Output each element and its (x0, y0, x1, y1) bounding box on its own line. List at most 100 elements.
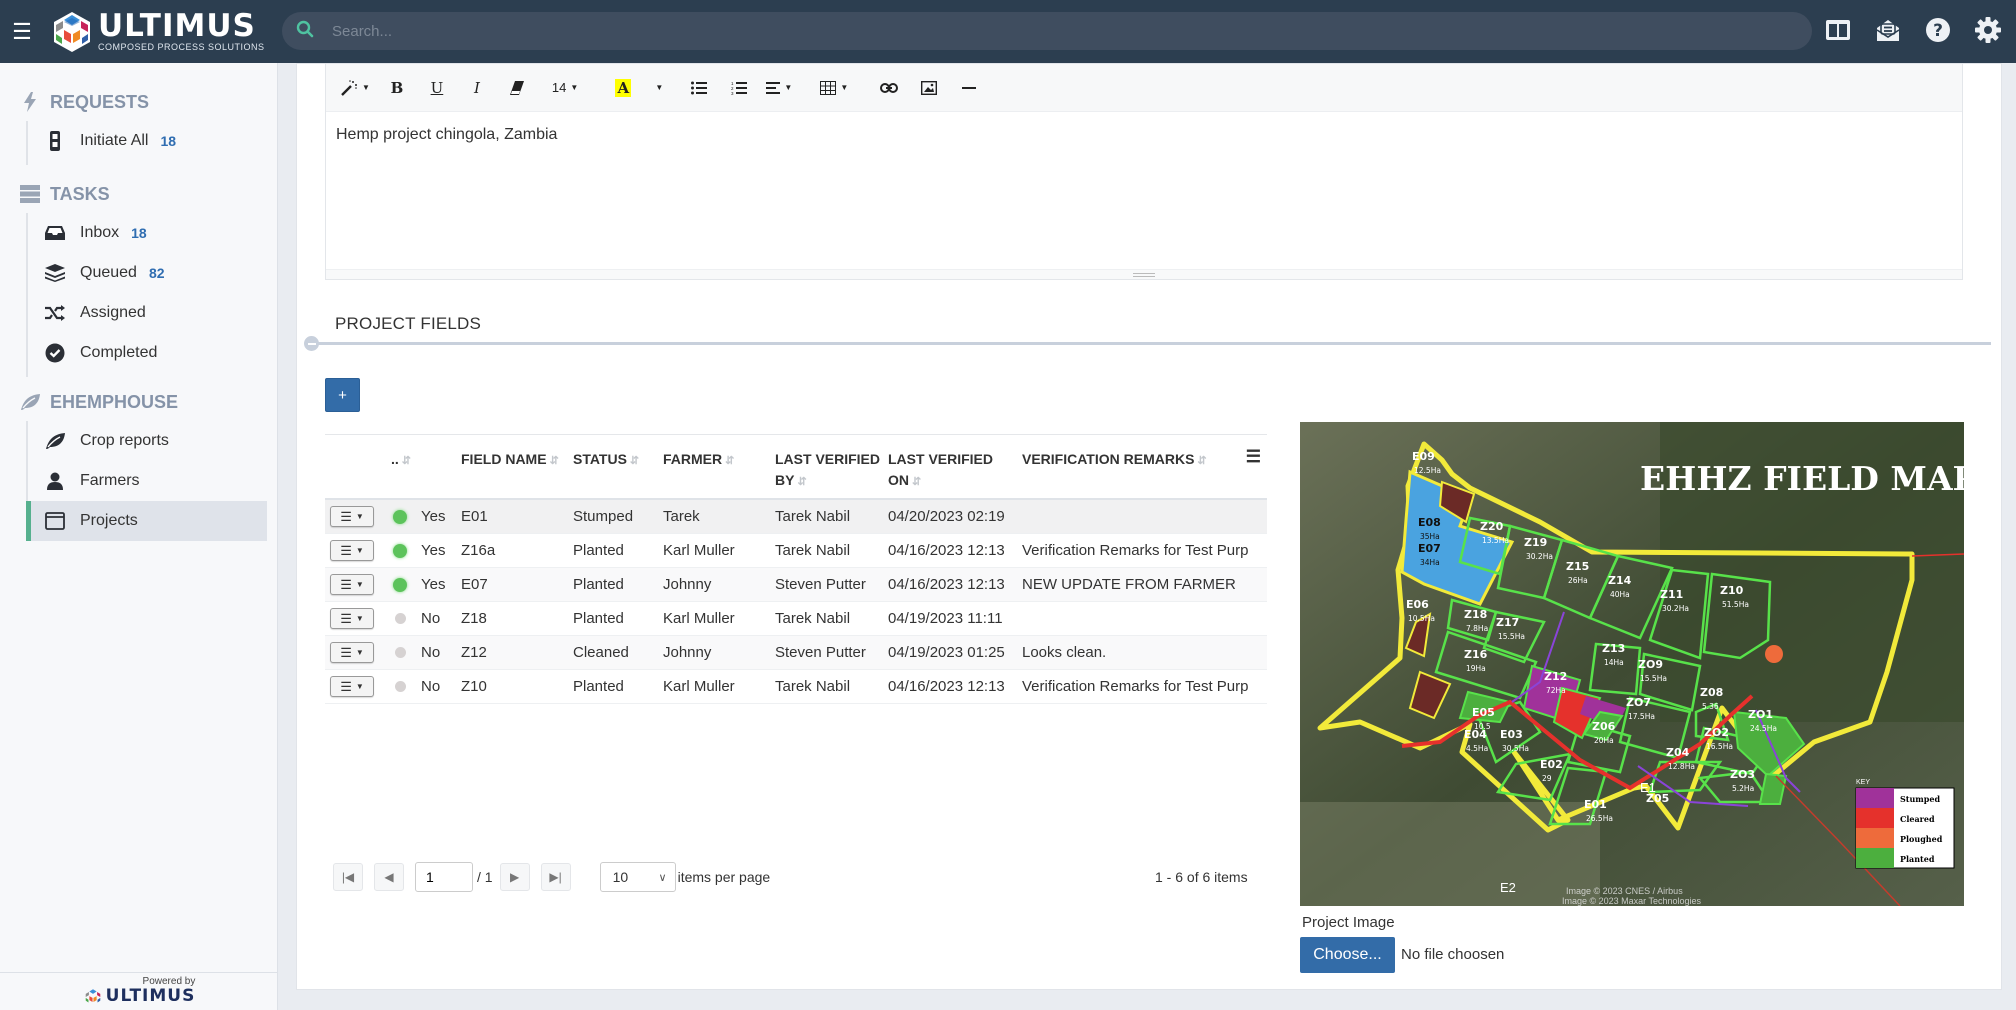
sidebar-item-label: Completed (80, 344, 158, 361)
choose-file-button[interactable]: Choose... (1300, 937, 1395, 973)
sort-icon[interactable]: ⇵ (1197, 455, 1206, 467)
hamburger-menu-icon[interactable]: ☰ (0, 19, 44, 45)
cell-farmer: Johnny (663, 576, 712, 593)
editor-resize-handle[interactable] (326, 269, 1962, 279)
sort-icon[interactable]: ⇵ (912, 476, 921, 488)
sidebar-section-title: TASKS (50, 183, 110, 204)
row-actions-button[interactable]: ☰ ▼ (330, 506, 374, 527)
first-page-button[interactable]: |◀ (333, 863, 363, 891)
table-row[interactable]: ☰ ▼ No Z12 Cleaned Johnny Steven Putter 04/19/2… (325, 636, 1267, 670)
menu-icon: ☰ (340, 644, 352, 660)
add-field-button[interactable]: + (325, 378, 360, 412)
page-size-select[interactable]: 10 ∨ (599, 862, 676, 892)
sidebar-item-assigned[interactable]: Assigned (28, 293, 269, 333)
map-field-label: E03 (1500, 728, 1523, 741)
map-field-label: E02 (1540, 758, 1563, 771)
table-row[interactable]: ☰ ▼ Yes Z16a Planted Karl Muller Tarek Nabil 04… (325, 534, 1267, 568)
highlight-color-dropdown[interactable]: ▼ (646, 73, 672, 103)
split-view-icon[interactable] (1824, 14, 1852, 46)
page-number-input[interactable] (415, 862, 473, 892)
column-last-verified-by[interactable]: LAST VERIFIED BY ⇵ (775, 435, 888, 498)
table-row[interactable]: ☰ ▼ Yes E07 Planted Johnny Steven Putter 04/16/… (325, 568, 1267, 602)
sidebar-section-requests[interactable]: REQUESTS (0, 87, 277, 117)
clear-format-button[interactable] (504, 73, 530, 103)
sidebar-item-initiate-all[interactable]: Initiate All 18 (28, 121, 269, 161)
cell-verified-by: Steven Putter (775, 576, 866, 593)
cell-remarks: Looks clean. (1022, 644, 1107, 661)
sidebar-item-crop-reports[interactable]: Crop reports (28, 421, 269, 461)
bullet-list-button[interactable] (686, 73, 712, 103)
sort-icon[interactable]: ⇵ (797, 476, 806, 488)
sidebar-section-ehemphouse[interactable]: EHEMPHOUSE (0, 387, 277, 417)
italic-button[interactable]: I (464, 73, 490, 103)
column-menu-icon[interactable]: ☰ (1246, 447, 1261, 467)
gear-icon[interactable] (1974, 14, 2002, 46)
column-last-verified-on[interactable]: LAST VERIFIED ON ⇵ (888, 435, 1022, 498)
horizontal-rule-button[interactable] (956, 73, 982, 103)
bold-button[interactable]: B (384, 73, 410, 103)
magic-wand-icon (341, 79, 357, 96)
sidebar-item-completed[interactable]: Completed (28, 333, 269, 373)
sort-icon[interactable]: ⇵ (550, 455, 559, 467)
map-field-area: 10.5Ha (1408, 614, 1435, 623)
sort-icon[interactable]: ⇵ (630, 455, 639, 467)
cell-verified-on: 04/20/2023 02:19 (888, 508, 1005, 525)
sidebar-item-queued[interactable]: Queued 82 (28, 253, 269, 293)
table-dropdown[interactable]: ▼ (820, 73, 848, 103)
map-field-area: 5.2Ha (1732, 784, 1754, 793)
sidebar-section-tasks[interactable]: TASKS (0, 179, 277, 209)
collapse-section-button[interactable] (304, 336, 319, 351)
sidebar-item-projects[interactable]: Projects (26, 501, 267, 541)
column-status[interactable]: STATUS ⇵ (573, 435, 663, 498)
map-field-area: 7.8Ha (1466, 624, 1488, 633)
insert-image-button[interactable] (916, 73, 942, 103)
map-title: EHHZ FIELD MAP (1640, 459, 1964, 498)
main-content: ▼ B U I 14 ▼ A ▼ 123 ▼ ▼ Hemp project ch… (296, 63, 2002, 990)
column-farmer[interactable]: FARMER ⇵ (663, 435, 775, 498)
cell-active: No (421, 610, 441, 627)
sort-icon[interactable]: ⇵ (402, 455, 411, 467)
column-verification-remarks[interactable]: VERIFICATION REMARKS ⇵ (1022, 435, 1257, 498)
row-actions-button[interactable]: ☰ ▼ (330, 608, 374, 629)
editor-content[interactable]: Hemp project chingola, Zambia (326, 112, 1962, 269)
last-page-button[interactable]: ▶| (540, 863, 571, 891)
underline-button[interactable]: U (424, 73, 450, 103)
insert-link-button[interactable] (876, 73, 902, 103)
numbered-list-button[interactable]: 123 (726, 73, 752, 103)
powered-by-brand: ULTIMUS (105, 986, 196, 1006)
row-actions-button[interactable]: ☰ ▼ (330, 540, 374, 561)
sort-icon[interactable]: ⇵ (725, 455, 734, 467)
highlight-color-button[interactable]: A (610, 73, 636, 103)
magic-wand-style-button[interactable]: ▼ (340, 73, 370, 103)
row-actions-button[interactable]: ☰ ▼ (330, 676, 374, 697)
row-actions-button[interactable]: ☰ ▼ (330, 642, 374, 663)
align-dropdown[interactable]: ▼ (766, 73, 792, 103)
map-field-area: 4.5Ha (1466, 744, 1488, 753)
field-map-svg: EHHZ FIELD MAP E09 12.5Ha E08 35HaE07 34Ha E0… (1300, 422, 1964, 906)
help-icon[interactable]: ? (1924, 14, 1952, 46)
column-active[interactable]: .. ⇵ (391, 435, 461, 498)
sidebar-item-inbox[interactable]: Inbox 18 (28, 213, 269, 253)
map-marker-e2: E2 (1500, 880, 1516, 895)
cell-status: Planted (573, 610, 624, 627)
search-input[interactable] (332, 22, 1697, 40)
leaf-icon (44, 430, 66, 452)
status-dot (393, 577, 407, 592)
ultimus-logo[interactable]: ULTIMUS Composed Process Solutions (50, 10, 280, 54)
description-editor: ▼ B U I 14 ▼ A ▼ 123 ▼ ▼ Hemp project ch… (325, 64, 1963, 280)
font-size-dropdown[interactable]: 14 ▼ (552, 73, 578, 103)
row-actions-button[interactable]: ☰ ▼ (330, 574, 374, 595)
table-row[interactable]: ☰ ▼ No Z10 Planted Karl Muller Tarek Nabil 04/1… (325, 670, 1267, 704)
bolt-icon (18, 92, 42, 112)
map-field-label: Z13 (1602, 642, 1625, 655)
table-row[interactable]: ☰ ▼ Yes E01 Stumped Tarek Tarek Nabil 04/20/202… (325, 500, 1267, 534)
prev-page-button[interactable]: ◀ (374, 863, 404, 891)
mail-open-icon[interactable] (1874, 14, 1902, 46)
cell-remarks: NEW UPDATE FROM FARMER (1022, 576, 1236, 593)
table-row[interactable]: ☰ ▼ No Z18 Planted Karl Muller Tarek Nabil 04/1… (325, 602, 1267, 636)
map-field-area: 5.36 (1702, 702, 1719, 711)
sidebar-item-farmers[interactable]: Farmers (28, 461, 269, 501)
cell-farmer: Karl Muller (663, 610, 735, 627)
next-page-button[interactable]: ▶ (499, 863, 530, 891)
column-field-name[interactable]: FIELD NAME ⇵ (461, 435, 573, 498)
